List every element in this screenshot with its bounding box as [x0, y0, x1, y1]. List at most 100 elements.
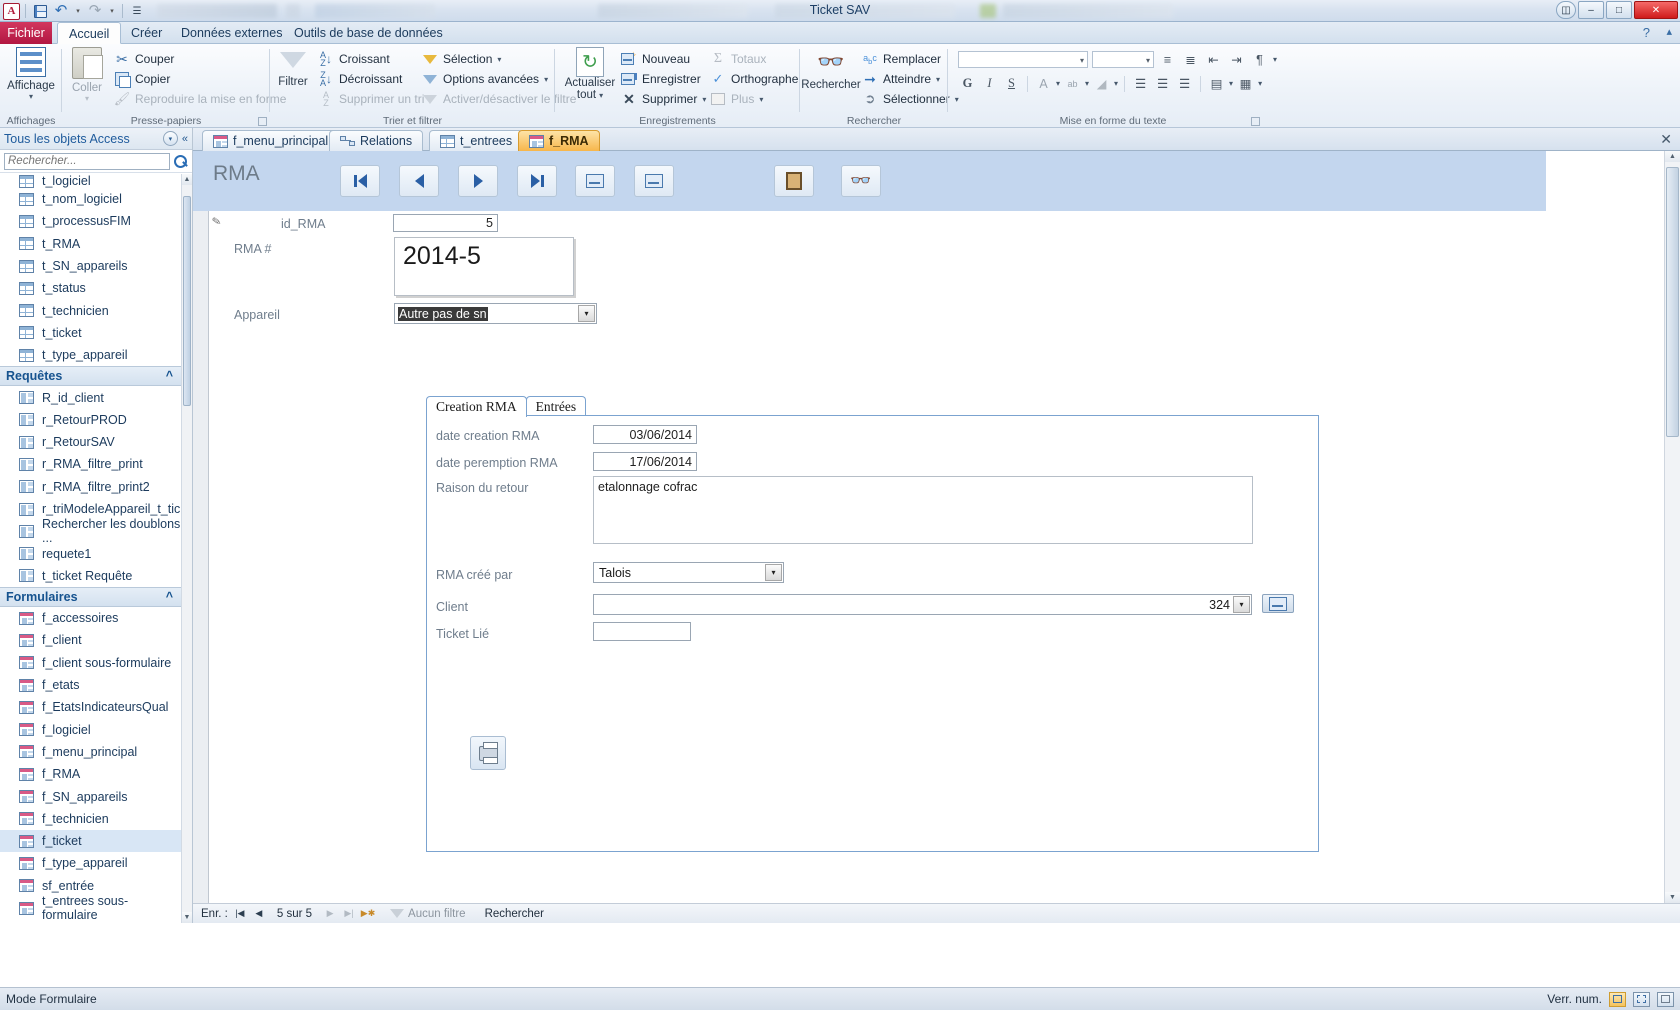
list-item[interactable]: t_logiciel	[0, 174, 181, 188]
font-size-dropdown-icon[interactable]: ▾	[1146, 56, 1150, 65]
restore-group-button[interactable]: ◫	[1556, 1, 1576, 19]
coller-dropdown-icon[interactable]: ▾	[66, 94, 108, 103]
list-item[interactable]: f_type_appareil	[0, 852, 181, 874]
croissant-button[interactable]: A Z ↓ Croissant	[318, 49, 424, 69]
tab-entrees[interactable]: Entrées	[525, 396, 587, 417]
nav-pane-scrollbar[interactable]: ▲ ▼	[181, 174, 192, 923]
minimize-button[interactable]: –	[1578, 1, 1604, 19]
supprimer-dropdown-icon[interactable]: ▾	[702, 95, 706, 104]
selection-dropdown-icon[interactable]: ▾	[497, 55, 501, 64]
close-button[interactable]: ✕	[1634, 1, 1678, 19]
bold-button[interactable]: G	[958, 74, 977, 93]
search-icon[interactable]	[173, 154, 188, 169]
font-name-combo[interactable]: ▾	[958, 51, 1088, 68]
fill-color-dropdown-icon[interactable]: ▾	[1114, 79, 1118, 88]
navigation-pane-header[interactable]: Tous les objets Access ▾ «	[0, 128, 192, 150]
nouveau-button[interactable]: ✧ Nouveau	[621, 49, 706, 69]
list-item[interactable]: f_accessoires	[0, 607, 181, 629]
list-item[interactable]: Rechercher les doublons ...	[0, 517, 181, 545]
appareil-combobox[interactable]: Autre pas de sn ▾	[394, 303, 597, 324]
new-record-button[interactable]	[575, 165, 615, 197]
align-left-icon[interactable]: ☰	[1131, 74, 1150, 93]
ticket-lie-field[interactable]	[593, 622, 691, 641]
ribbon-tab-donnees-externes[interactable]: Données externes	[170, 22, 293, 44]
scroll-up-icon[interactable]: ▲	[1665, 151, 1680, 162]
layout-view-icon[interactable]	[1633, 991, 1650, 1007]
tab-creation-rma[interactable]: Creation RMA	[426, 396, 527, 417]
chevron-down-icon[interactable]: ▾	[765, 564, 782, 581]
rechercher-button[interactable]: 👓 Rechercher	[800, 47, 862, 91]
couper-button[interactable]: ✂ Couper	[114, 49, 286, 69]
numbered-list-icon[interactable]: ≣	[1181, 50, 1200, 69]
orthographe-button[interactable]: ✓ Orthographe	[710, 69, 799, 89]
id-rma-field[interactable]: 5	[393, 214, 498, 232]
first-record-button[interactable]	[340, 165, 380, 197]
ribbon-tab-fichier[interactable]: Fichier	[0, 22, 52, 44]
last-record-button[interactable]	[517, 165, 557, 197]
record-position[interactable]: 5 sur 5	[271, 908, 318, 920]
text-direction-dropdown-icon[interactable]: ▾	[1273, 55, 1277, 64]
mise-en-forme-dialog-launcher[interactable]	[1251, 117, 1260, 126]
last-record-nav-icon[interactable]: ▶|	[342, 907, 356, 921]
list-item[interactable]: t_SN_appareils	[0, 255, 181, 277]
list-item[interactable]: f_etats	[0, 674, 181, 696]
maximize-button[interactable]: □	[1606, 1, 1632, 19]
close-form-button[interactable]	[774, 165, 814, 197]
list-item[interactable]: t_status	[0, 277, 181, 299]
ribbon-tab-outils-bdd[interactable]: Outils de base de données	[283, 22, 454, 44]
tab-f-rma[interactable]: f_RMA	[518, 130, 600, 151]
list-item[interactable]: f_client	[0, 629, 181, 651]
font-color-dropdown-icon[interactable]: ▾	[1056, 79, 1060, 88]
chevron-up-icon[interactable]: ^	[166, 369, 173, 383]
record-search-box[interactable]: Rechercher	[485, 908, 544, 920]
copier-button[interactable]: Copier	[114, 69, 286, 89]
increase-indent-icon[interactable]: ⇥	[1227, 50, 1246, 69]
list-item[interactable]: r_RMA_filtre_print2	[0, 476, 181, 498]
list-item[interactable]: t_type_appareil	[0, 344, 181, 366]
list-item[interactable]: f_SN_appareils	[0, 785, 181, 807]
font-color-button[interactable]: A	[1034, 74, 1053, 93]
coller-button[interactable]: Coller ▾	[66, 47, 108, 103]
list-item[interactable]: f_client sous-formulaire	[0, 652, 181, 674]
tab-t-entrees[interactable]: t_entrees	[429, 130, 524, 151]
list-item[interactable]: t_technicien	[0, 299, 181, 321]
decroissant-button[interactable]: Z A ↓ Décroissant	[318, 69, 424, 89]
filter-status[interactable]: Aucun filtre	[390, 908, 466, 920]
list-item[interactable]: t_ticket Requête	[0, 565, 181, 587]
search-input[interactable]	[4, 152, 170, 170]
affichage-button[interactable]: Affichage ▾	[0, 47, 62, 101]
list-item[interactable]: f_EtatsIndicateursQual	[0, 696, 181, 718]
highlight-dropdown-icon[interactable]: ▾	[1085, 79, 1089, 88]
supprimer-button[interactable]: ✕ Supprimer ▾	[621, 89, 706, 109]
date-peremption-field[interactable]: 17/06/2014	[593, 452, 697, 471]
bullet-list-icon[interactable]: ≡	[1158, 50, 1177, 69]
actualiser-dropdown-icon[interactable]: ▾	[599, 91, 603, 100]
italic-button[interactable]: I	[980, 74, 999, 93]
text-direction-icon[interactable]: ¶	[1250, 50, 1269, 69]
presse-papiers-dialog-launcher[interactable]	[258, 117, 267, 126]
next-record-button[interactable]	[458, 165, 498, 197]
underline-button[interactable]: S	[1002, 74, 1021, 93]
list-item[interactable]: R_id_client	[0, 386, 181, 408]
affichage-dropdown-icon[interactable]: ▾	[0, 92, 62, 101]
ribbon-tab-accueil[interactable]: Accueil	[57, 22, 122, 44]
list-item[interactable]: r_RMA_filtre_print	[0, 453, 181, 475]
ribbon-tab-creer[interactable]: Créer	[120, 22, 173, 44]
decrease-indent-icon[interactable]: ⇤	[1204, 50, 1223, 69]
chevron-down-icon[interactable]: ▾	[162, 131, 178, 146]
collapse-ribbon-icon[interactable]: ▴	[1666, 25, 1672, 38]
options-avancees-dropdown-icon[interactable]: ▾	[544, 75, 548, 84]
filtrer-button[interactable]: Filtrer	[270, 47, 316, 88]
previous-record-nav-icon[interactable]: ◀	[252, 907, 266, 921]
form-scroll-thumb[interactable]	[1666, 167, 1679, 437]
close-document-icon[interactable]: ✕	[1660, 131, 1672, 148]
find-button[interactable]: 👓	[841, 165, 881, 197]
rma-cree-par-combobox[interactable]: Talois ▾	[593, 562, 784, 583]
print-button[interactable]	[470, 736, 506, 770]
list-item[interactable]: t_RMA	[0, 233, 181, 255]
list-item[interactable]: r_RetourPROD	[0, 409, 181, 431]
new-record-nav-icon[interactable]: ▶✱	[361, 907, 375, 921]
font-size-combo[interactable]: ▾	[1092, 51, 1154, 68]
alternate-fill-icon[interactable]: ▦	[1236, 74, 1255, 93]
align-center-icon[interactable]: ☰	[1153, 74, 1172, 93]
